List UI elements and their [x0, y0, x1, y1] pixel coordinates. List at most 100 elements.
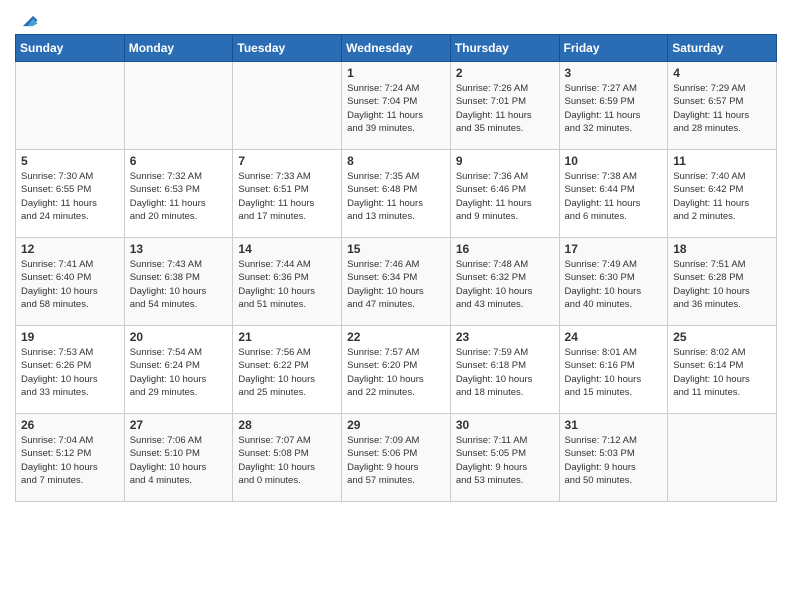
calendar-header-row: SundayMondayTuesdayWednesdayThursdayFrid…	[16, 35, 777, 62]
calendar-cell: 31 Sunrise: 7:12 AM Sunset: 5:03 PM Dayli…	[559, 414, 668, 502]
day-info: Sunrise: 7:36 AM Sunset: 6:46 PM Dayligh…	[456, 170, 554, 223]
calendar-cell: 26 Sunrise: 7:04 AM Sunset: 5:12 PM Dayli…	[16, 414, 125, 502]
day-info: Sunrise: 7:04 AM Sunset: 5:12 PM Dayligh…	[21, 434, 119, 487]
day-info: Sunrise: 7:27 AM Sunset: 6:59 PM Dayligh…	[565, 82, 663, 135]
day-number: 8	[347, 154, 445, 168]
day-number: 5	[21, 154, 119, 168]
calendar-week-5: 26 Sunrise: 7:04 AM Sunset: 5:12 PM Dayli…	[16, 414, 777, 502]
day-number: 28	[238, 418, 336, 432]
calendar-week-1: 1 Sunrise: 7:24 AM Sunset: 7:04 PM Daylig…	[16, 62, 777, 150]
calendar-cell: 2Sunrise: 7:26 AM Sunset: 7:01 PM Daylig…	[450, 62, 559, 150]
calendar-cell: 21 Sunrise: 7:56 AM Sunset: 6:22 PM Dayli…	[233, 326, 342, 414]
day-info: Sunrise: 7:54 AM Sunset: 6:24 PM Dayligh…	[130, 346, 228, 399]
day-number: 9	[456, 154, 554, 168]
day-number: 29	[347, 418, 445, 432]
day-info: Sunrise: 7:49 AM Sunset: 6:30 PM Dayligh…	[565, 258, 663, 311]
day-info: Sunrise: 7:24 AM Sunset: 7:04 PM Dayligh…	[347, 82, 445, 135]
calendar-cell: 12 Sunrise: 7:41 AM Sunset: 6:40 PM Dayli…	[16, 238, 125, 326]
day-header-thursday: Thursday	[450, 35, 559, 62]
logo-icon	[17, 10, 39, 32]
calendar-cell: 13 Sunrise: 7:43 AM Sunset: 6:38 PM Dayli…	[124, 238, 233, 326]
day-number: 3	[565, 66, 663, 80]
day-number: 23	[456, 330, 554, 344]
day-header-monday: Monday	[124, 35, 233, 62]
day-info: Sunrise: 7:48 AM Sunset: 6:32 PM Dayligh…	[456, 258, 554, 311]
day-info: Sunrise: 7:56 AM Sunset: 6:22 PM Dayligh…	[238, 346, 336, 399]
day-info: Sunrise: 7:29 AM Sunset: 6:57 PM Dayligh…	[673, 82, 771, 135]
day-info: Sunrise: 7:12 AM Sunset: 5:03 PM Dayligh…	[565, 434, 663, 487]
day-number: 21	[238, 330, 336, 344]
calendar-cell: 23 Sunrise: 7:59 AM Sunset: 6:18 PM Dayli…	[450, 326, 559, 414]
day-number: 18	[673, 242, 771, 256]
calendar-cell: 27 Sunrise: 7:06 AM Sunset: 5:10 PM Dayli…	[124, 414, 233, 502]
day-number: 4	[673, 66, 771, 80]
day-number: 19	[21, 330, 119, 344]
day-info: Sunrise: 7:44 AM Sunset: 6:36 PM Dayligh…	[238, 258, 336, 311]
calendar-cell: 22 Sunrise: 7:57 AM Sunset: 6:20 PM Dayli…	[342, 326, 451, 414]
day-number: 27	[130, 418, 228, 432]
day-header-tuesday: Tuesday	[233, 35, 342, 62]
calendar-cell	[16, 62, 125, 150]
calendar-cell: 25 Sunrise: 8:02 AM Sunset: 6:14 PM Dayli…	[668, 326, 777, 414]
day-header-wednesday: Wednesday	[342, 35, 451, 62]
day-info: Sunrise: 7:46 AM Sunset: 6:34 PM Dayligh…	[347, 258, 445, 311]
day-number: 24	[565, 330, 663, 344]
day-number: 25	[673, 330, 771, 344]
day-info: Sunrise: 7:53 AM Sunset: 6:26 PM Dayligh…	[21, 346, 119, 399]
calendar-cell: 16 Sunrise: 7:48 AM Sunset: 6:32 PM Dayli…	[450, 238, 559, 326]
day-info: Sunrise: 8:01 AM Sunset: 6:16 PM Dayligh…	[565, 346, 663, 399]
calendar-cell: 7 Sunrise: 7:33 AM Sunset: 6:51 PM Daylig…	[233, 150, 342, 238]
calendar-cell: 8 Sunrise: 7:35 AM Sunset: 6:48 PM Daylig…	[342, 150, 451, 238]
day-info: Sunrise: 7:43 AM Sunset: 6:38 PM Dayligh…	[130, 258, 228, 311]
day-number: 7	[238, 154, 336, 168]
day-number: 2	[456, 66, 554, 80]
calendar-cell: 29 Sunrise: 7:09 AM Sunset: 5:06 PM Dayli…	[342, 414, 451, 502]
day-header-friday: Friday	[559, 35, 668, 62]
day-number: 6	[130, 154, 228, 168]
day-info: Sunrise: 7:38 AM Sunset: 6:44 PM Dayligh…	[565, 170, 663, 223]
calendar-cell	[668, 414, 777, 502]
calendar-cell: 15 Sunrise: 7:46 AM Sunset: 6:34 PM Dayli…	[342, 238, 451, 326]
calendar-week-4: 19 Sunrise: 7:53 AM Sunset: 6:26 PM Dayli…	[16, 326, 777, 414]
calendar-cell: 19 Sunrise: 7:53 AM Sunset: 6:26 PM Dayli…	[16, 326, 125, 414]
day-number: 1	[347, 66, 445, 80]
day-info: Sunrise: 7:30 AM Sunset: 6:55 PM Dayligh…	[21, 170, 119, 223]
day-number: 26	[21, 418, 119, 432]
day-info: Sunrise: 7:41 AM Sunset: 6:40 PM Dayligh…	[21, 258, 119, 311]
day-info: Sunrise: 7:59 AM Sunset: 6:18 PM Dayligh…	[456, 346, 554, 399]
calendar-cell: 17 Sunrise: 7:49 AM Sunset: 6:30 PM Dayli…	[559, 238, 668, 326]
day-number: 11	[673, 154, 771, 168]
day-number: 15	[347, 242, 445, 256]
day-info: Sunrise: 7:07 AM Sunset: 5:08 PM Dayligh…	[238, 434, 336, 487]
day-number: 16	[456, 242, 554, 256]
calendar-cell: 5 Sunrise: 7:30 AM Sunset: 6:55 PM Daylig…	[16, 150, 125, 238]
calendar-cell: 11 Sunrise: 7:40 AM Sunset: 6:42 PM Dayli…	[668, 150, 777, 238]
day-info: Sunrise: 7:51 AM Sunset: 6:28 PM Dayligh…	[673, 258, 771, 311]
day-number: 10	[565, 154, 663, 168]
day-number: 20	[130, 330, 228, 344]
day-number: 17	[565, 242, 663, 256]
day-info: Sunrise: 7:33 AM Sunset: 6:51 PM Dayligh…	[238, 170, 336, 223]
calendar-cell: 1 Sunrise: 7:24 AM Sunset: 7:04 PM Daylig…	[342, 62, 451, 150]
day-number: 30	[456, 418, 554, 432]
calendar-cell: 4 Sunrise: 7:29 AM Sunset: 6:57 PM Daylig…	[668, 62, 777, 150]
calendar-cell	[124, 62, 233, 150]
day-info: Sunrise: 7:57 AM Sunset: 6:20 PM Dayligh…	[347, 346, 445, 399]
day-number: 13	[130, 242, 228, 256]
calendar-cell: 20 Sunrise: 7:54 AM Sunset: 6:24 PM Dayli…	[124, 326, 233, 414]
day-info: Sunrise: 7:40 AM Sunset: 6:42 PM Dayligh…	[673, 170, 771, 223]
day-number: 22	[347, 330, 445, 344]
day-info: Sunrise: 7:09 AM Sunset: 5:06 PM Dayligh…	[347, 434, 445, 487]
day-number: 12	[21, 242, 119, 256]
day-number: 31	[565, 418, 663, 432]
logo	[15, 10, 39, 26]
day-header-saturday: Saturday	[668, 35, 777, 62]
day-info: Sunrise: 7:06 AM Sunset: 5:10 PM Dayligh…	[130, 434, 228, 487]
day-number: 14	[238, 242, 336, 256]
day-info: Sunrise: 7:32 AM Sunset: 6:53 PM Dayligh…	[130, 170, 228, 223]
calendar-cell: 18 Sunrise: 7:51 AM Sunset: 6:28 PM Dayli…	[668, 238, 777, 326]
calendar-cell: 3 Sunrise: 7:27 AM Sunset: 6:59 PM Daylig…	[559, 62, 668, 150]
day-info: Sunrise: 8:02 AM Sunset: 6:14 PM Dayligh…	[673, 346, 771, 399]
day-info: Sunrise: 7:35 AM Sunset: 6:48 PM Dayligh…	[347, 170, 445, 223]
day-info: Sunrise: 7:11 AM Sunset: 5:05 PM Dayligh…	[456, 434, 554, 487]
